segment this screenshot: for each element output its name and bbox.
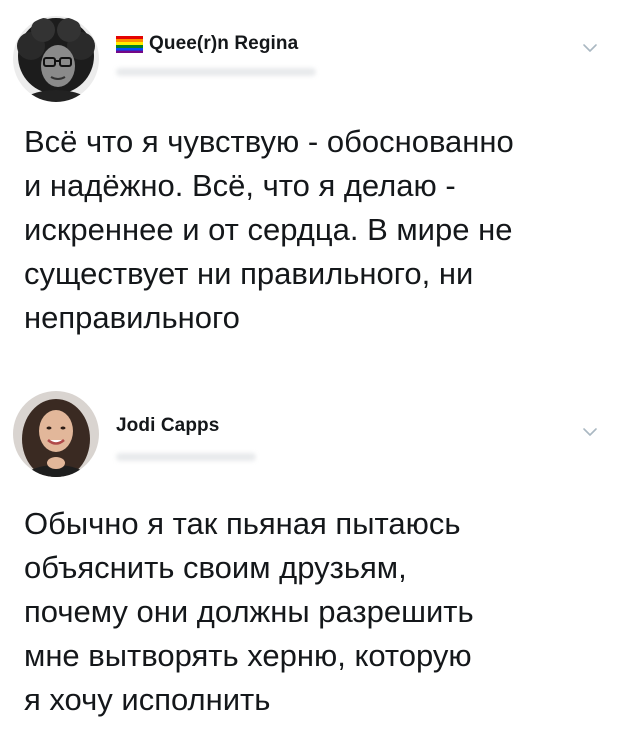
user-name-row[interactable]: Quee(r)n Regina [116,33,298,55]
avatar[interactable] [13,16,99,102]
tweet-card-2[interactable]: Jodi Capps Обычно я так пьяная пытаюсь о… [0,380,620,749]
display-name[interactable]: Quee(r)n Regina [149,33,298,55]
blurred-handle [116,68,316,76]
display-name[interactable]: Jodi Capps [116,415,219,437]
chevron-down-icon[interactable] [582,40,598,56]
blurred-handle [116,453,256,461]
chevron-down-icon[interactable] [582,424,598,440]
tweet-card-1[interactable]: Quee(r)n Regina Всё что я чувствую - обо… [0,0,620,380]
tweet-text: Всё что я чувствую - обоснованно и надёж… [24,124,514,335]
tweet-text: Обычно я так пьяная пытаюсь объяснить св… [24,506,474,717]
avatar-photo [13,16,99,102]
rainbow-flag-icon [116,35,143,53]
user-name-row[interactable]: Jodi Capps [116,415,219,437]
avatar-photo [13,391,99,477]
avatar[interactable] [13,391,99,477]
